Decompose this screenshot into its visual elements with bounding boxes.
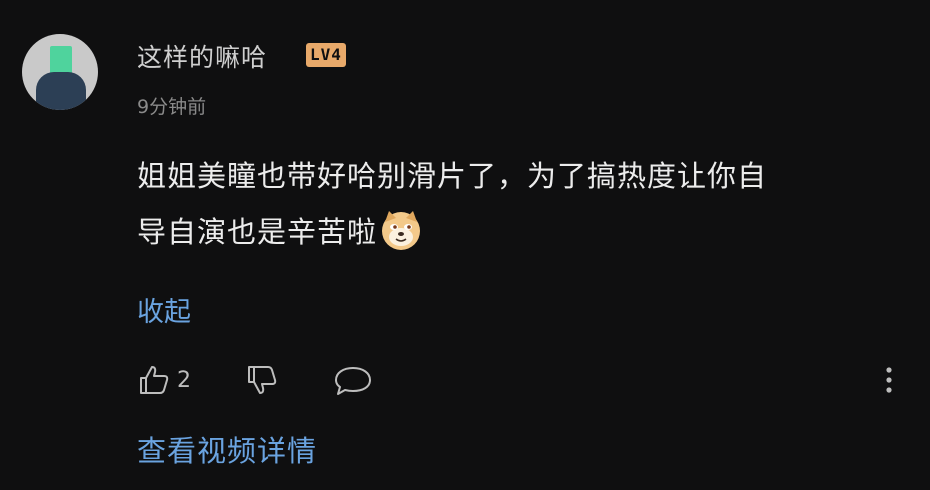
thumbs-down-icon xyxy=(248,366,277,394)
avatar-head-shape xyxy=(50,46,72,74)
doge-emoji-icon xyxy=(382,211,421,250)
username[interactable]: 这样的嘛哈 xyxy=(137,38,267,74)
comment-bubble-icon xyxy=(335,367,371,395)
level-badge: LV4 xyxy=(306,43,346,67)
comment-text-line-2-wrapper: 导自演也是辛苦啦 xyxy=(137,204,917,260)
comment-actions: 2 xyxy=(137,362,917,398)
comment-text-line-2: 导自演也是辛苦啦 xyxy=(137,215,378,249)
user-avatar[interactable] xyxy=(22,34,98,110)
avatar-body-shape xyxy=(36,72,86,110)
reply-button[interactable] xyxy=(333,362,373,398)
thumbs-up-icon xyxy=(140,366,169,394)
more-options-button[interactable] xyxy=(877,362,901,398)
comment-text-line-1: 姐姐美瞳也带好哈别滑片了，为了搞热度让你自 xyxy=(137,159,768,193)
collapse-link[interactable]: 收起 xyxy=(137,290,191,329)
like-count: 2 xyxy=(177,367,191,393)
like-button[interactable]: 2 xyxy=(137,362,191,398)
comment-content: 姐姐美瞳也带好哈别滑片了，为了搞热度让你自 导自演也是辛苦啦 xyxy=(137,148,917,260)
view-video-details-link[interactable]: 查看视频详情 xyxy=(137,428,317,470)
comment-timestamp: 9分钟前 xyxy=(137,96,207,118)
comment-item: 这样的嘛哈 LV4 9分钟前 姐姐美瞳也带好哈别滑片了，为了搞热度让你自 导自演… xyxy=(0,0,930,490)
more-vertical-icon xyxy=(886,367,892,393)
dislike-button[interactable] xyxy=(245,362,279,398)
